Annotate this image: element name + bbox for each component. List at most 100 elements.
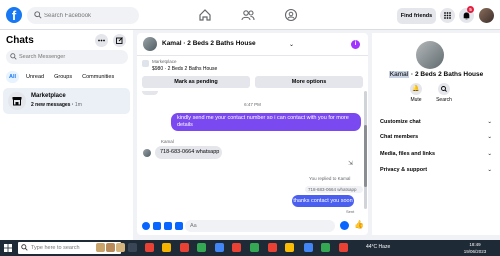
chrome-icon[interactable] — [304, 243, 313, 252]
chrome-icon[interactable] — [215, 243, 224, 252]
previous-message — [142, 91, 158, 95]
sender-name: Kamal — [161, 139, 174, 144]
marketplace-avatar — [8, 92, 26, 110]
reply-label: You replied to Kamal — [309, 176, 351, 181]
groups-icon[interactable] — [284, 8, 298, 22]
chrome-icon[interactable] — [268, 243, 277, 252]
friends-icon[interactable] — [241, 8, 255, 22]
chat-header: Kamal · 2 Beds 2 Baths House ⌄ i — [137, 33, 368, 56]
chrome-icon[interactable] — [145, 243, 154, 252]
chevron-down-icon: ⌄ — [487, 134, 492, 140]
details-title: Kamal · 2 Beds 2 Baths House — [388, 71, 484, 78]
chats-title: Chats — [6, 35, 34, 46]
chrome-icon[interactable] — [285, 243, 294, 252]
emoji-icon[interactable] — [340, 221, 349, 230]
facebook-search-input[interactable] — [44, 10, 136, 21]
chrome-icon[interactable] — [321, 243, 330, 252]
folder-icon[interactable] — [162, 243, 171, 252]
listing-label: Marketplace — [152, 59, 177, 64]
task-view-icon[interactable] — [128, 243, 137, 252]
chevron-down-icon[interactable]: ⌄ — [289, 41, 294, 48]
search-in-chat-button[interactable]: Search — [430, 83, 458, 103]
message-input-box[interactable] — [185, 220, 335, 232]
plus-icon[interactable] — [142, 222, 150, 230]
sent-status: Sent — [346, 209, 355, 214]
profile-avatar[interactable] — [479, 8, 494, 23]
conversation-marketplace[interactable]: Marketplace 2 new messages · 1m — [3, 88, 130, 114]
mute-label: Mute — [410, 97, 422, 103]
system-clock[interactable]: 18:49 19/06/2023 — [461, 241, 489, 255]
search-icon — [438, 83, 450, 95]
filter-all[interactable]: All — [6, 71, 20, 83]
message-input[interactable] — [190, 221, 320, 231]
chat-window: Kamal · 2 Beds 2 Baths House ⌄ i Marketp… — [137, 33, 368, 235]
media-files-row[interactable]: Media, files and links ⌄ — [380, 151, 492, 157]
image-icon[interactable] — [153, 222, 161, 230]
more-options-button[interactable]: More options — [255, 76, 363, 88]
listing-thumbnail[interactable] — [142, 60, 149, 67]
listing-avatar[interactable] — [416, 41, 444, 69]
message-composer: 👍 — [137, 217, 368, 235]
info-icon[interactable]: i — [351, 40, 360, 49]
facebook-search[interactable] — [27, 7, 139, 24]
gif-icon[interactable] — [175, 222, 183, 230]
filter-unread[interactable]: Unread — [23, 71, 47, 83]
chat-title[interactable]: Kamal · 2 Beds 2 Baths House — [162, 40, 256, 47]
menu-grid-button[interactable] — [440, 8, 455, 23]
message-list: 6:47 PM kindly send me your contact numb… — [137, 91, 368, 215]
app-icon[interactable] — [180, 243, 189, 252]
widget-icon[interactable] — [106, 243, 115, 252]
scrollbar-thumb[interactable] — [364, 125, 367, 187]
chrome-icon[interactable] — [232, 243, 241, 252]
chat-filters: All Unread Groups Communities — [6, 71, 117, 83]
widget-icon[interactable] — [116, 243, 125, 252]
like-icon[interactable]: 👍 — [354, 220, 364, 229]
chrome-icon[interactable] — [197, 243, 206, 252]
chat-members-row[interactable]: Chat members ⌄ — [380, 134, 492, 140]
search-label: Search — [436, 97, 452, 103]
marketplace-listing: Marketplace $980 · 2 Beds 2 Baths House … — [142, 58, 363, 89]
chrome-icon[interactable] — [339, 243, 348, 252]
facebook-logo[interactable]: f — [6, 7, 22, 23]
conversation-preview: 2 new messages · 1m — [31, 102, 82, 108]
weather-status[interactable]: 44°C Haze — [366, 244, 390, 250]
customize-chat-row[interactable]: Customize chat ⌄ — [380, 119, 492, 125]
home-icon[interactable] — [198, 8, 212, 22]
chevron-down-icon: ⌄ — [487, 167, 492, 173]
mark-pending-button[interactable]: Mark as pending — [142, 76, 250, 88]
chat-options-button[interactable] — [95, 34, 108, 47]
quoted-message: 718-683-0664 whatsapp — [305, 186, 363, 193]
time-divider: 6:47 PM — [244, 102, 261, 107]
top-navbar: f Find friends 5 — [0, 0, 500, 30]
mute-button[interactable]: 🔔 Mute — [402, 83, 430, 103]
new-message-button[interactable] — [113, 34, 126, 47]
messenger-search[interactable] — [6, 50, 128, 64]
search-icon — [21, 244, 28, 251]
chat-scrollbar[interactable] — [364, 91, 367, 209]
windows-taskbar: 44°C Haze 18:4919/06/2023 — [0, 240, 500, 256]
windows-start-icon[interactable] — [4, 244, 12, 252]
received-message[interactable]: 718-683-0664 whatsapp — [155, 146, 222, 159]
privacy-support-row[interactable]: Privacy & support ⌄ — [380, 167, 492, 173]
chevron-down-icon: ⌄ — [487, 119, 492, 125]
listing-price[interactable]: $980 · 2 Beds 2 Baths House — [152, 66, 217, 72]
messenger-search-input[interactable] — [19, 52, 119, 62]
find-friends-button[interactable]: Find friends — [397, 8, 436, 24]
chat-details-panel: Kamal · 2 Beds 2 Baths House 🔔 Mute Sear… — [372, 33, 500, 235]
search-icon — [34, 11, 42, 19]
forward-icon[interactable]: ⇲ — [348, 160, 353, 167]
more-icon — [98, 39, 105, 42]
chrome-icon[interactable] — [250, 243, 259, 252]
compose-icon — [116, 37, 123, 44]
chat-avatar[interactable] — [143, 37, 157, 51]
filter-groups[interactable]: Groups — [51, 71, 75, 83]
widget-icon[interactable] — [96, 243, 105, 252]
chevron-down-icon: ⌄ — [487, 151, 492, 157]
filter-communities[interactable]: Communities — [79, 71, 117, 83]
sticker-icon[interactable] — [164, 222, 172, 230]
search-icon — [10, 53, 17, 60]
bell-icon: 🔔 — [410, 83, 422, 95]
shop-icon — [12, 97, 22, 106]
sent-message[interactable]: kindly send me your contact number so i … — [171, 113, 361, 131]
sent-reply-message[interactable]: thanks contact you soon — [292, 195, 354, 207]
